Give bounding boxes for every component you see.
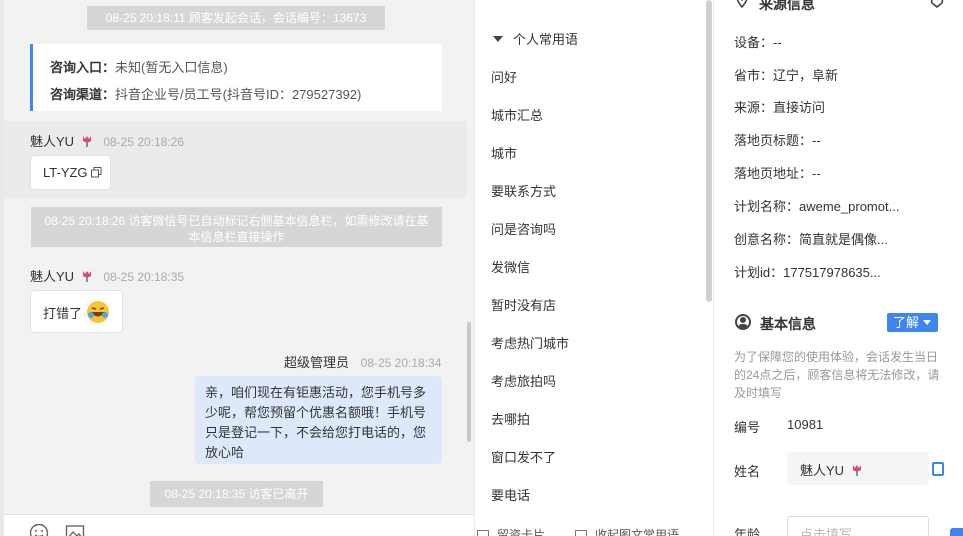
wechat-notice: 08-25 20:18:26 访客微信号已自动标记右侧基本信息栏，如需修改请在基… bbox=[31, 207, 442, 247]
chat-toolbar bbox=[4, 514, 474, 536]
chat-edge bbox=[0, 0, 4, 536]
consult-entry-label: 咨询入口： bbox=[50, 60, 116, 75]
landing-title-row: 落地页标题：-- bbox=[734, 133, 821, 148]
copy-icon[interactable] bbox=[91, 167, 102, 178]
name-field[interactable]: 魅人YU bbox=[787, 452, 929, 485]
learn-more-label: 了解 bbox=[893, 315, 920, 330]
tulip-emoji-icon bbox=[82, 271, 91, 282]
left-notice: 08-25 20:18:35 访客已离开 bbox=[150, 481, 323, 507]
consult-info-card: 咨询入口：未知(暂无入口信息) 咨询渠道：抖音企业号/员工号(抖音号ID：279… bbox=[30, 44, 442, 111]
collapse-icon bbox=[575, 530, 587, 536]
phrase-item[interactable]: 问是咨询吗 bbox=[491, 219, 556, 238]
floating-action-button[interactable] bbox=[950, 528, 963, 536]
plan-id-row: 计划id：177517978635... bbox=[734, 265, 881, 280]
age-input[interactable]: 点击填写 bbox=[787, 516, 929, 536]
image-icon[interactable] bbox=[65, 523, 85, 536]
consult-channel-label: 咨询渠道： bbox=[50, 87, 116, 102]
caret-down-icon bbox=[923, 320, 932, 325]
collapse-phrases-button[interactable]: 收起图文常用语 bbox=[575, 526, 679, 536]
card-icon bbox=[477, 530, 489, 536]
phrase-item[interactable]: 考虑旅拍吗 bbox=[491, 371, 556, 390]
my-message-bubble[interactable]: 亲，咱们现在有钜惠活动，您手机号多少呢，帮您预留个优惠名额哦！手机号只是登记一下… bbox=[195, 376, 442, 464]
message-time: 08-25 20:18:26 bbox=[103, 135, 185, 149]
phrase-scrollbar[interactable] bbox=[706, 0, 712, 302]
location-icon bbox=[736, 0, 748, 8]
phrase-panel: 个人常用语 问好 城市汇总 城市 要联系方式 问是咨询吗 发微信 暂时没有店 考… bbox=[474, 0, 714, 536]
caret-down-icon bbox=[493, 36, 503, 42]
sender-name: 魅人YU bbox=[30, 134, 75, 149]
phrase-item[interactable]: 问好 bbox=[491, 67, 517, 86]
phrase-item[interactable]: 城市 bbox=[491, 143, 517, 162]
collapse-phrases-label: 收起图文常用语 bbox=[595, 528, 680, 536]
phrase-group-label: 个人常用语 bbox=[513, 32, 579, 47]
phrase-item[interactable]: 考虑热门城市 bbox=[491, 333, 569, 352]
copy-name-icon[interactable] bbox=[932, 462, 944, 476]
app-root: 08-25 20:18:11 顾客发起会话，会话编号：13673 咨询入口：未知… bbox=[0, 0, 963, 536]
message-bubble[interactable]: LT-YZG bbox=[30, 155, 111, 190]
customer-info-panel: 来源信息 设备：-- 省市：辽宁，阜新 来源：直接访问 落地页标题：-- 落地页… bbox=[715, 0, 963, 536]
edit-notice: 为了保障您的使用体验，会话发生当日的24点之后，顾客信息将无法修改，请及时填写 bbox=[734, 350, 940, 400]
sender-name: 超级管理员 bbox=[284, 355, 350, 370]
landing-url-row: 落地页地址：-- bbox=[734, 166, 821, 181]
shield-icon[interactable] bbox=[929, 0, 945, 8]
device-row: 设备：-- bbox=[734, 35, 782, 50]
lead-card-label: 留资卡片 bbox=[497, 528, 546, 536]
message-sender: 魅人YU 08-25 20:18:26 bbox=[30, 131, 184, 150]
consult-channel-row: 咨询渠道：抖音企业号/员工号(抖音号ID：279527392) bbox=[50, 81, 442, 108]
message-sender: 魅人YU 08-25 20:18:35 bbox=[30, 266, 184, 285]
basic-info-title: 基本信息 bbox=[760, 316, 816, 332]
number-label: 编号 bbox=[734, 420, 761, 435]
message-sender: 超级管理员 08-25 20:18:34 bbox=[284, 352, 441, 371]
chat-panel: 08-25 20:18:11 顾客发起会话，会话编号：13673 咨询入口：未知… bbox=[0, 0, 474, 536]
session-notice: 08-25 20:18:11 顾客发起会话，会话编号：13673 bbox=[87, 6, 385, 30]
province-row: 省市：辽宁，阜新 bbox=[734, 68, 839, 83]
user-icon bbox=[735, 314, 751, 330]
tulip-emoji-icon bbox=[82, 136, 91, 147]
message-text: LT-YZG bbox=[43, 165, 88, 180]
consult-channel-value: 抖音企业号/员工号(抖音号ID：279527392) bbox=[115, 87, 362, 102]
laughing-emoji-icon bbox=[87, 301, 109, 323]
message-bubble[interactable]: 打错了 bbox=[30, 290, 123, 333]
source-row: 来源：直接访问 bbox=[734, 100, 826, 115]
sender-name: 魅人YU bbox=[30, 269, 75, 284]
phrase-item[interactable]: 发微信 bbox=[491, 257, 530, 276]
phrase-item[interactable]: 城市汇总 bbox=[491, 105, 543, 124]
creative-name-row: 创意名称：简直就是偶像... bbox=[734, 232, 888, 247]
phrase-group-header[interactable]: 个人常用语 bbox=[493, 29, 578, 48]
number-value: 10981 bbox=[787, 417, 824, 432]
consult-entry-row: 咨询入口：未知(暂无入口信息) bbox=[50, 54, 442, 81]
phrase-item[interactable]: 去哪拍 bbox=[491, 409, 530, 428]
chat-scrollbar[interactable] bbox=[467, 322, 471, 442]
lead-card-button[interactable]: 留资卡片 bbox=[477, 526, 545, 536]
learn-more-dropdown[interactable]: 了解 bbox=[887, 313, 938, 332]
message-time: 08-25 20:18:34 bbox=[360, 356, 442, 370]
name-label: 姓名 bbox=[734, 464, 761, 479]
phrase-item[interactable]: 要电话 bbox=[491, 485, 530, 504]
message-text: 打错了 bbox=[43, 306, 83, 321]
message-time: 08-25 20:18:35 bbox=[103, 270, 185, 284]
name-value: 魅人YU bbox=[800, 463, 845, 478]
tulip-emoji-icon bbox=[852, 465, 861, 476]
source-info-title: 来源信息 bbox=[759, 0, 815, 12]
phrase-item[interactable]: 要联系方式 bbox=[491, 181, 556, 200]
consult-entry-value: 未知(暂无入口信息) bbox=[115, 60, 228, 75]
age-label: 年龄 bbox=[734, 527, 761, 536]
plan-name-row: 计划名称：aweme_promot... bbox=[734, 199, 900, 214]
phrase-item[interactable]: 暂时没有店 bbox=[491, 295, 556, 314]
emoji-icon[interactable] bbox=[29, 523, 49, 536]
phrase-item[interactable]: 窗口发不了 bbox=[491, 447, 556, 466]
